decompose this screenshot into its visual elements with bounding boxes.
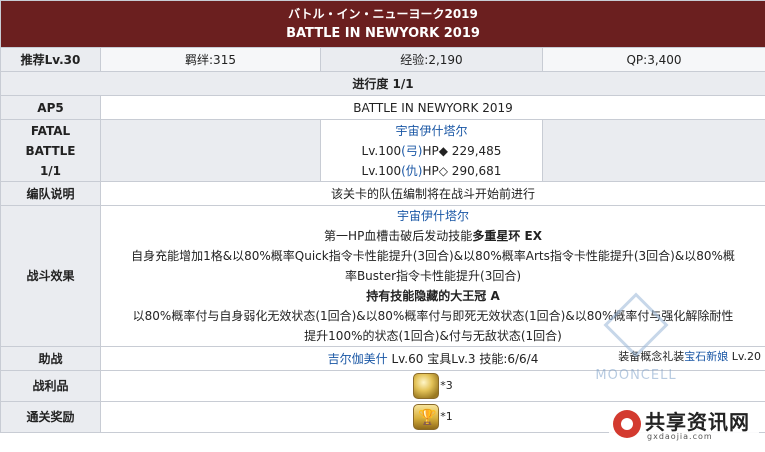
- effect-line: 自身充能增加1格&以80%概率Quick指令卡性能提升(3回合)&以80%概率A…: [131, 249, 735, 263]
- drops-cell: *3: [99, 370, 765, 402]
- enemy-level: Lv.100: [361, 143, 402, 158]
- fatal-label-line: 1/1: [39, 163, 62, 178]
- team-note-label: 编队说明: [0, 181, 101, 206]
- enemy-slot-empty: [541, 119, 765, 182]
- gold-cup-icon[interactable]: [413, 404, 440, 430]
- fatal-label-line: FATAL: [30, 123, 71, 138]
- class-avenger-link[interactable]: (仇): [401, 164, 422, 178]
- recommended-level: 推荐Lv.30: [0, 47, 101, 72]
- fatal-label-line: BATTLE: [25, 143, 76, 158]
- battle-name: BATTLE IN NEWYORK 2019: [99, 95, 765, 120]
- effect-line: 提升100%的状态(1回合)&付与无敌状态(1回合): [304, 329, 562, 343]
- effect-line: 率Buster指令卡性能提升(3回合): [344, 269, 522, 283]
- skill-name: 多重星环 EX: [472, 229, 542, 243]
- qp-value: QP:3,400: [541, 47, 765, 72]
- team-note-text: 该关卡的队伍编制将在战斗开始前进行: [99, 181, 765, 206]
- progress-title: 进行度 1/1: [0, 71, 765, 96]
- quest-table: バトル・イン・ニューヨーク2019 BATTLE IN NEWYORK 2019…: [0, 0, 765, 433]
- exp-value: 经验:2,190: [320, 47, 543, 72]
- bond-value: 羁绊:315: [100, 47, 321, 72]
- battle-effect-label: 战斗效果: [0, 205, 101, 347]
- support-detail: Lv.60 宝具Lv.3 技能:6/6/4: [387, 351, 539, 366]
- support-info: 吉尔伽美什 Lv.60 宝具Lv.3 技能:6/6/4 装备概念礼装宝石新娘 L…: [99, 346, 765, 371]
- support-ce: 装备概念礼装宝石新娘 Lv.20: [618, 347, 761, 367]
- reward-count: *1: [440, 410, 453, 423]
- quest-title-en: BATTLE IN NEWYORK 2019: [286, 26, 480, 41]
- support-label: 助战: [0, 346, 101, 371]
- enemy-slot-empty: [100, 119, 321, 182]
- effect-skill-prefix: 持有技能: [366, 289, 415, 303]
- drops-count: *3: [440, 379, 453, 392]
- quest-header: バトル・イン・ニューヨーク2019 BATTLE IN NEWYORK 2019: [0, 0, 765, 48]
- effect-trigger: 第一HP血槽击破后发动技能: [324, 229, 473, 243]
- enemy-name-link[interactable]: 宇宙伊什塔尔: [395, 124, 467, 138]
- enemy-hp-2: HP◇ 290,681: [422, 163, 502, 178]
- support-servant-link[interactable]: 吉尔伽美什: [328, 352, 388, 366]
- skill-name: 隐藏的大王冠 A: [414, 289, 500, 303]
- gold-orb-icon[interactable]: [413, 373, 440, 399]
- class-archer-link[interactable]: (弓): [401, 144, 422, 158]
- reward-cell: *1: [99, 401, 765, 433]
- enemy-level: Lv.100: [361, 163, 402, 178]
- quest-title-jp: バトル・イン・ニューヨーク2019: [288, 7, 478, 21]
- ap-label: AP5: [0, 95, 101, 120]
- enemy-info: 宇宙伊什塔尔 Lv.100(弓)HP◆ 229,485 Lv.100(仇)HP◇…: [320, 119, 543, 182]
- fatal-battle-label: FATAL BATTLE 1/1: [0, 119, 101, 182]
- battle-effect-text: 宇宙伊什塔尔 第一HP血槽击破后发动技能多重星环 EX 自身充能增加1格&以80…: [99, 205, 765, 347]
- ce-name-link[interactable]: 宝石新娘: [684, 350, 728, 363]
- ce-prefix: 装备概念礼装: [618, 350, 685, 363]
- effect-enemy-link[interactable]: 宇宙伊什塔尔: [397, 209, 469, 223]
- drops-label: 战利品: [0, 370, 101, 402]
- site-domain: gxdaojia.com: [647, 432, 713, 441]
- enemy-hp-1: HP◆ 229,485: [422, 143, 502, 158]
- effect-line: 以80%概率付与自身弱化无效状态(1回合)&以80%概率付与即死无效状态(1回合…: [132, 309, 734, 323]
- reward-label: 通关奖励: [0, 401, 101, 433]
- ce-level: Lv.20: [728, 350, 762, 363]
